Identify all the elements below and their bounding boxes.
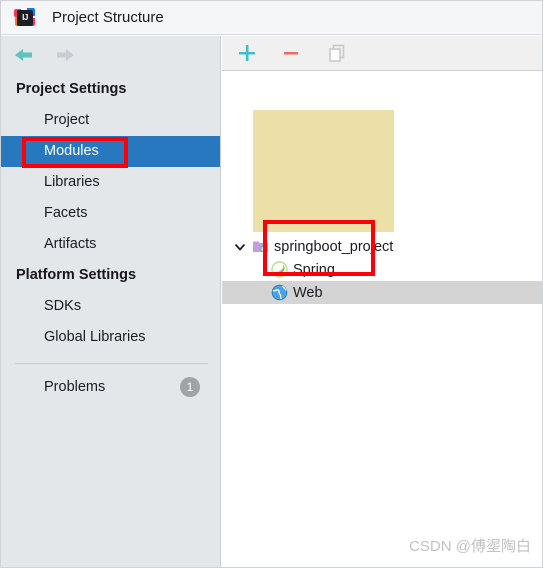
spring-facet-icon: [271, 261, 288, 278]
redaction-overlay: [253, 110, 394, 232]
plus-icon[interactable]: [234, 40, 260, 66]
arrow-right-icon[interactable]: [54, 45, 76, 65]
group-header-platform-settings: Platform Settings: [16, 267, 137, 283]
csdn-watermark: CSDN @傅埿陶白: [409, 538, 531, 555]
sidebar-item-sdks[interactable]: SDKs: [1, 291, 220, 322]
group-header-project-settings: Project Settings: [16, 81, 127, 97]
sidebar-item-project[interactable]: Project: [1, 105, 220, 136]
modules-toolbar: [222, 36, 542, 71]
settings-nav-list: Project Settings Project Modules Librari…: [1, 74, 220, 402]
modules-panel: springboot_project Spring Web CSDN @傅埿陶白: [222, 36, 542, 567]
tree-row[interactable]: springboot_project: [222, 235, 542, 258]
sidebar-item-artifacts[interactable]: Artifacts: [1, 229, 220, 260]
problems-count-badge: 1: [180, 377, 200, 397]
intellij-idea-icon: IJ: [14, 7, 36, 29]
project-structure-dialog: IJ Project Structure Project Settings Pr…: [0, 0, 543, 568]
sidebar-item-global-libraries[interactable]: Global Libraries: [1, 322, 220, 353]
sidebar-item-problems[interactable]: Problems 1: [1, 372, 220, 402]
problems-label: Problems: [44, 379, 106, 395]
app-icon-text: IJ: [22, 12, 28, 22]
tree-row-label: Spring: [293, 261, 335, 278]
minus-icon[interactable]: [278, 40, 304, 66]
tree-row[interactable]: Web: [222, 281, 542, 304]
title-bar: IJ Project Structure: [1, 1, 542, 35]
module-folder-icon: [252, 238, 269, 255]
copy-icon[interactable]: [324, 40, 350, 66]
tree-row-label: springboot_project: [274, 238, 394, 255]
chevron-down-icon[interactable]: [233, 240, 247, 254]
navigation-row: [1, 36, 220, 74]
sidebar-item-facets[interactable]: Facets: [1, 198, 220, 229]
window-title: Project Structure: [52, 9, 164, 26]
tree-row-label: Web: [293, 284, 323, 301]
sidebar-divider: [15, 363, 208, 364]
arrow-left-icon[interactable]: [13, 45, 35, 65]
modules-tree[interactable]: springboot_project Spring Web: [222, 72, 542, 567]
settings-sidebar: Project Settings Project Modules Librari…: [1, 36, 221, 567]
tree-row[interactable]: Spring: [222, 258, 542, 281]
sidebar-item-modules[interactable]: Modules: [1, 136, 220, 167]
web-facet-icon: [271, 284, 288, 301]
sidebar-item-libraries[interactable]: Libraries: [1, 167, 220, 198]
